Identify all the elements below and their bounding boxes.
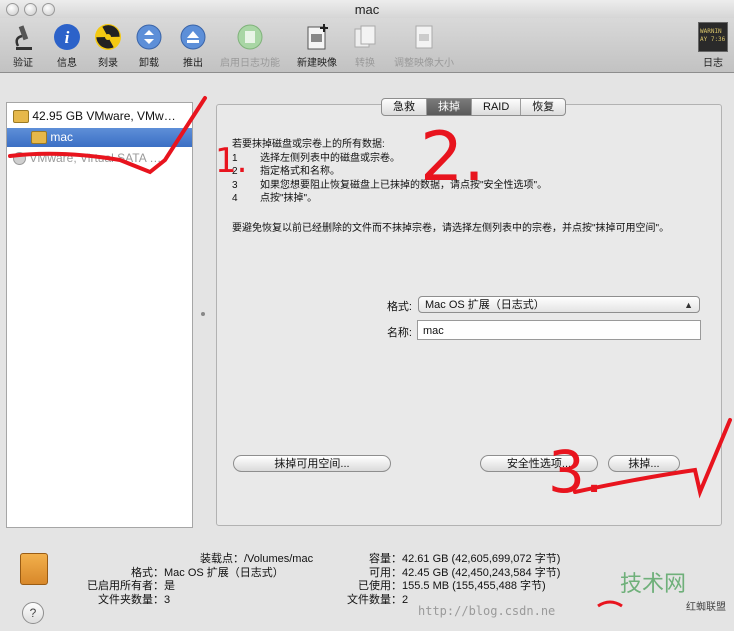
instruction-step: 1 选择左侧列表中的磁盘或宗卷。: [232, 152, 400, 164]
watermark-sub: 红蜘联盟: [686, 602, 726, 613]
resize-image-icon: [409, 22, 439, 52]
free-space-note: 要避免恢复以前已经删除的文件而不抹掉宗卷，请选择左侧列表中的宗卷，并点按"抹掉可…: [232, 223, 670, 234]
log-icon: WARNIN AY 7:36: [698, 22, 728, 52]
convert-icon: [350, 22, 380, 52]
info-button[interactable]: i 信息: [50, 22, 84, 69]
sidebar-item-optical-drive[interactable]: VMware, Virtual SATA …: [7, 149, 192, 168]
new-image-button[interactable]: 新建映像: [292, 22, 342, 69]
microscope-icon: [8, 22, 38, 52]
hard-drive-icon: [13, 110, 29, 124]
unmount-icon: [134, 22, 164, 52]
volume-name-field[interactable]: mac: [417, 320, 701, 340]
tab-raid[interactable]: RAID: [472, 99, 522, 115]
split-resize-handle[interactable]: [201, 312, 205, 316]
tab-restore[interactable]: 恢复: [521, 99, 565, 115]
log-button[interactable]: WARNIN AY 7:36 日志: [696, 22, 730, 69]
burn-button[interactable]: 刻录: [90, 22, 126, 69]
erase-button[interactable]: 抹掉...: [608, 455, 680, 472]
watermark-site: 技术网: [620, 572, 687, 597]
security-options-button[interactable]: 安全性选项...: [480, 455, 598, 472]
erase-instructions: 若要抹掉磁盘或宗卷上的所有数据: 1 选择左侧列表中的磁盘或宗卷。 2 指定格式和名…: [232, 138, 547, 206]
volume-icon: [31, 131, 47, 145]
verify-button[interactable]: 验证: [6, 22, 40, 69]
resize-image-button[interactable]: 调整映像大小: [388, 22, 460, 69]
name-label: 名称:: [386, 327, 412, 339]
instructions-intro: 若要抹掉磁盘或宗卷上的所有数据:: [232, 139, 385, 150]
disk-utility-window: mac 验证 i 信息 刻录 卸载 推出 启用日志功能 新建映像 转换 调整映像…: [0, 0, 734, 631]
disk-list-sidebar[interactable]: 42.95 GB VMware, VMw… mac VMware, Virtua…: [6, 102, 193, 528]
instruction-step: 2 指定格式和名称。: [232, 166, 340, 177]
new-image-icon: [302, 22, 332, 52]
sidebar-item-disk[interactable]: 42.95 GB VMware, VMw…: [7, 107, 192, 126]
watermark-url: http://blog.csdn.ne: [418, 604, 556, 618]
erase-free-space-button[interactable]: 抹掉可用空间...: [233, 455, 391, 472]
burn-icon: [93, 22, 123, 52]
journal-icon: [235, 22, 265, 52]
unmount-button[interactable]: 卸载: [132, 22, 166, 69]
volume-info-right: 容量：42.61 GB (42,605,699,072 字节) 可用：42.45…: [347, 553, 561, 606]
popup-arrows-icon: ▲: [684, 300, 693, 310]
toolbar: 验证 i 信息 刻录 卸载 推出 启用日志功能 新建映像 转换 调整映像大小 W…: [0, 18, 734, 73]
tab-bar: 急救 抹掉 RAID 恢复: [381, 98, 567, 116]
convert-button[interactable]: 转换: [348, 22, 382, 69]
eject-icon: [178, 22, 208, 52]
window-title: mac: [354, 2, 380, 17]
format-popup[interactable]: Mac OS 扩展（日志式） ▲: [418, 296, 700, 313]
eject-button[interactable]: 推出: [176, 22, 210, 69]
optical-disc-icon: [13, 152, 26, 166]
info-icon: i: [52, 22, 82, 52]
help-button[interactable]: ?: [22, 602, 44, 624]
tab-erase[interactable]: 抹掉: [427, 99, 472, 115]
format-label: 格式:: [386, 301, 412, 313]
svg-text:i: i: [65, 28, 70, 47]
instruction-step: 4 点按"抹掉"。: [232, 193, 318, 204]
instruction-step: 3 如果您想要阻止恢复磁盘上已抹掉的数据，请点按"安全性选项"。: [232, 179, 548, 191]
volume-icon-large: [20, 553, 48, 585]
sidebar-item-mac-volume[interactable]: mac: [7, 128, 192, 147]
volume-info-left: 装载点：/Volumes/mac 格式：Mac OS 扩展（日志式） 已启用所有…: [87, 553, 314, 606]
tab-first-aid[interactable]: 急救: [382, 99, 427, 115]
title-bar: mac: [0, 0, 734, 18]
enable-journal-button[interactable]: 启用日志功能: [216, 22, 284, 69]
